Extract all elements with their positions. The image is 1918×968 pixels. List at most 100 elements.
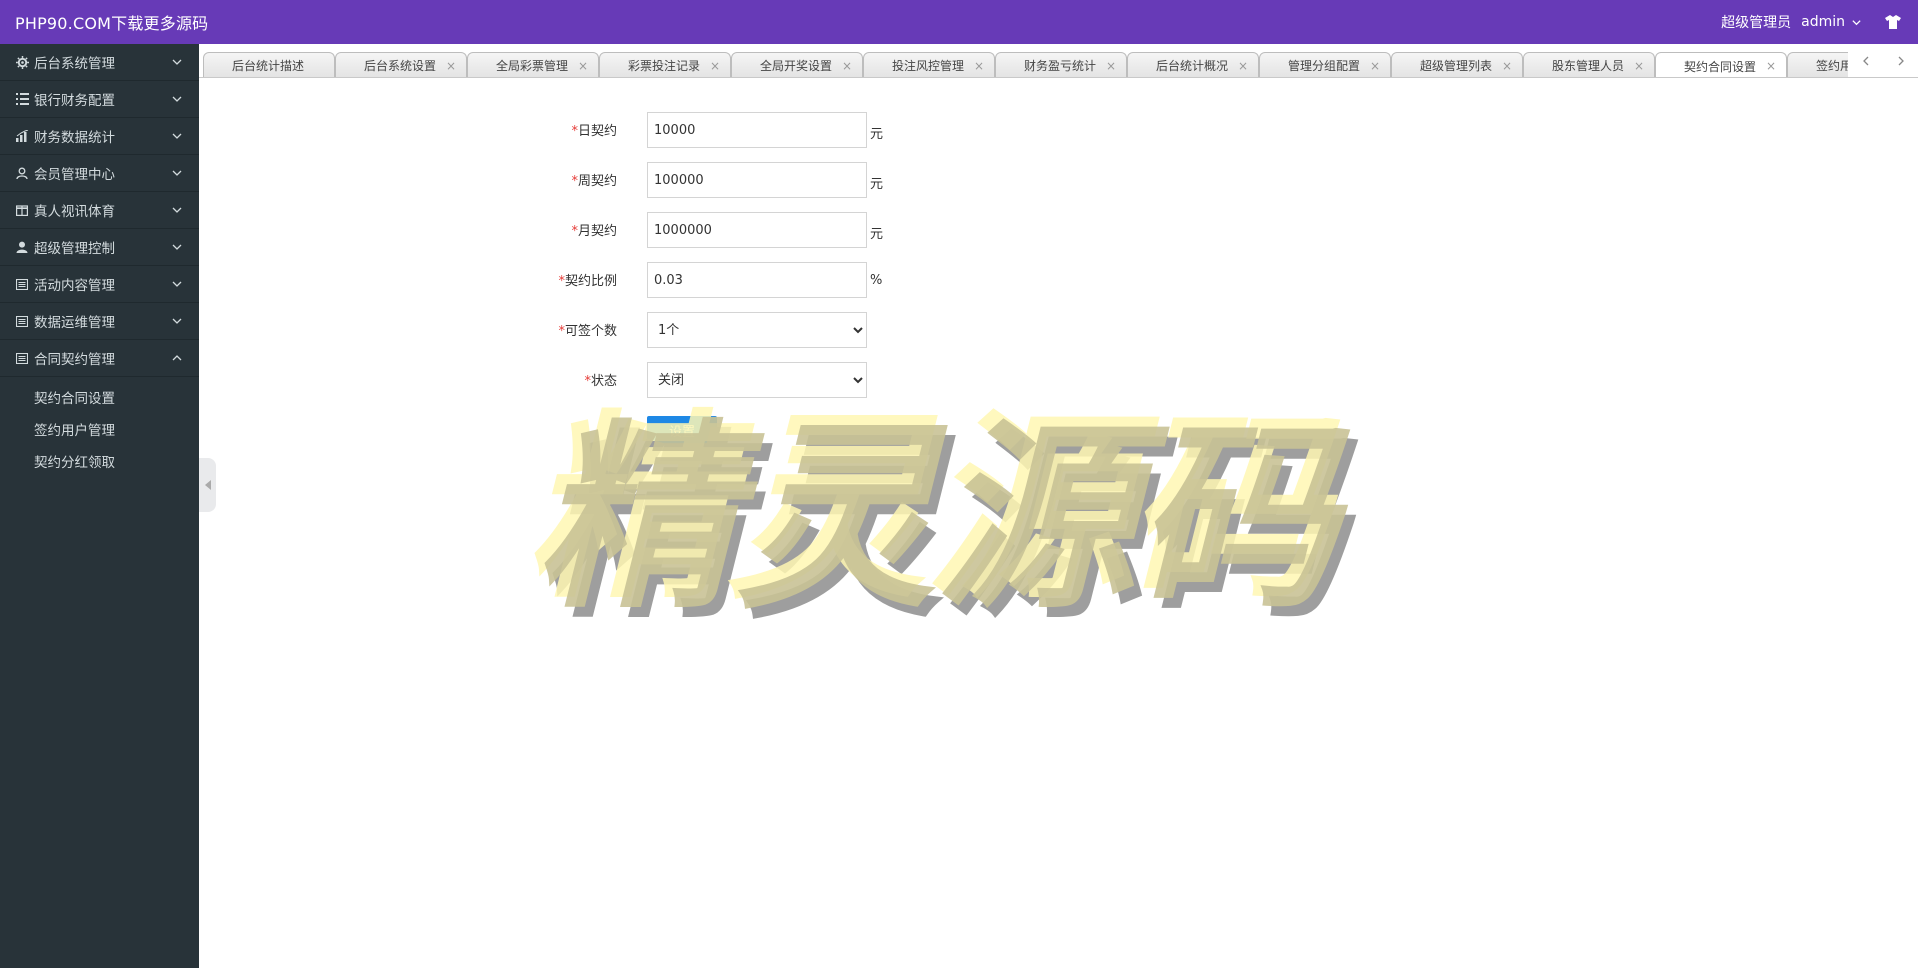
chevron-down-icon — [172, 207, 182, 213]
tab-nav — [1848, 44, 1918, 77]
tabs-bar: 后台统计描述 后台系统设置 × 全局彩票管理 × 彩票投注记录 × 全局开奖设置 × 投… — [199, 44, 1918, 78]
app-logo[interactable]: PHP90.COM下载更多源码 — [0, 10, 208, 34]
chevron-down-icon — [172, 244, 182, 250]
chevron-left-icon — [1862, 56, 1868, 65]
tab-label: 后台统计概况 — [1156, 59, 1229, 73]
tshirt-icon[interactable] — [1882, 11, 1904, 33]
sidebar-item-contracts[interactable]: 合同契约管理 — [0, 340, 199, 377]
close-icon[interactable]: × — [1238, 59, 1248, 73]
close-icon[interactable]: × — [1502, 59, 1512, 73]
list-icon — [15, 92, 29, 106]
form-row-status: *状态 关闭 — [199, 362, 1099, 398]
tab-risk-control[interactable]: 投注风控管理 × — [863, 52, 995, 77]
weekly-contract-label: *周契约 — [417, 170, 617, 189]
tab-label: 彩票投注记录 — [628, 59, 701, 73]
monthly-contract-label: *月契约 — [417, 220, 617, 239]
submenu-item-contract-settings[interactable]: 契约合同设置 — [0, 381, 199, 413]
submenu-item-signed-users[interactable]: 签约用户管理 — [0, 413, 199, 445]
label-text: 契约比例 — [564, 274, 617, 289]
close-icon[interactable]: × — [974, 59, 984, 73]
tabs-prev-button[interactable] — [1856, 51, 1876, 71]
user-menu[interactable]: admin — [1801, 14, 1862, 30]
close-icon[interactable]: × — [1370, 59, 1380, 73]
sidebar: 后台系统管理 银行财务配置 财务数据统计 会员管理中心 真人视讯体育 超级管理控… — [0, 44, 199, 968]
submit-button[interactable]: 设置 — [647, 416, 717, 444]
sidebar-item-live-sports[interactable]: 真人视讯体育 — [0, 192, 199, 229]
user-icon — [15, 166, 29, 180]
gear-icon — [15, 55, 29, 69]
sidebar-item-label: 合同契约管理 — [34, 352, 115, 368]
label-text: 可签个数 — [564, 324, 617, 339]
document-icon — [15, 314, 29, 328]
status-label: *状态 — [417, 370, 617, 389]
sidebar-item-label: 财务数据统计 — [34, 130, 115, 146]
sidebar-item-label: 真人视讯体育 — [34, 204, 115, 220]
close-icon[interactable]: × — [1106, 59, 1116, 73]
weekly-contract-input[interactable] — [647, 162, 867, 198]
contracts-submenu: 契约合同设置 签约用户管理 契约分红领取 — [0, 377, 199, 477]
sidebar-item-super-admin[interactable]: 超级管理控制 — [0, 229, 199, 266]
close-icon[interactable]: × — [1634, 59, 1644, 73]
form-row-ratio: *契约比例 % — [199, 262, 1099, 298]
tab-group-config[interactable]: 管理分组配置 × — [1259, 52, 1391, 77]
tab-stats-overview[interactable]: 后台统计概况 × — [1127, 52, 1259, 77]
chevron-down-icon — [172, 133, 182, 139]
sidebar-item-members[interactable]: 会员管理中心 — [0, 155, 199, 192]
user-role: 超级管理员 — [1721, 15, 1792, 31]
count-select[interactable]: 1个 — [647, 312, 867, 348]
form-row-daily: *日契约 元 — [199, 112, 1099, 148]
close-icon[interactable]: × — [842, 59, 852, 73]
sidebar-item-bank[interactable]: 银行财务配置 — [0, 81, 199, 118]
tab-contract-settings[interactable]: 契约合同设置 × — [1655, 52, 1787, 77]
tab-draw-settings[interactable]: 全局开奖设置 × — [731, 52, 863, 77]
ratio-input[interactable] — [647, 262, 867, 298]
username: admin — [1801, 14, 1845, 30]
status-select[interactable]: 关闭 — [647, 362, 867, 398]
tab-label: 股东管理人员 — [1552, 59, 1625, 73]
close-icon[interactable]: × — [578, 59, 588, 73]
sidebar-item-label: 会员管理中心 — [34, 167, 115, 183]
sidebar-item-label: 超级管理控制 — [34, 241, 115, 257]
tab-admin-list[interactable]: 超级管理列表 × — [1391, 52, 1523, 77]
monthly-contract-input[interactable] — [647, 212, 867, 248]
gift-icon — [15, 203, 29, 217]
sidebar-item-label: 活动内容管理 — [34, 278, 115, 294]
user-solid-icon — [15, 240, 29, 254]
sidebar-item-system[interactable]: 后台系统管理 — [0, 44, 199, 81]
document-icon — [15, 277, 29, 291]
submenu-item-dividend-claim[interactable]: 契约分红领取 — [0, 445, 199, 477]
close-icon[interactable]: × — [446, 59, 456, 73]
tab-stats-desc[interactable]: 后台统计描述 — [203, 52, 335, 77]
sidebar-item-label: 后台系统管理 — [34, 56, 115, 72]
close-icon[interactable]: × — [710, 59, 720, 73]
label-text: 周契约 — [577, 174, 617, 189]
tab-label: 签约用 — [1816, 59, 1853, 73]
chevron-down-icon — [172, 59, 182, 65]
daily-contract-label: *日契约 — [417, 120, 617, 139]
tab-bet-records[interactable]: 彩票投注记录 × — [599, 52, 731, 77]
label-text: 日契约 — [577, 124, 617, 139]
main-content: *日契约 元 *周契约 元 *月契约 元 *契约比例 % *可签个数 1个 *状… — [199, 79, 1918, 968]
tabs-next-button[interactable] — [1891, 51, 1911, 71]
tab-shareholders[interactable]: 股东管理人员 × — [1523, 52, 1655, 77]
form-row-count: *可签个数 1个 — [199, 312, 1099, 348]
tab-system-settings[interactable]: 后台系统设置 × — [335, 52, 467, 77]
label-text: 月契约 — [577, 224, 617, 239]
chevron-down-icon — [172, 170, 182, 176]
chevron-down-icon — [172, 318, 182, 324]
label-text: 状态 — [590, 374, 617, 389]
close-icon[interactable]: × — [1766, 59, 1776, 73]
chevron-down-icon — [172, 96, 182, 102]
tab-label: 管理分组配置 — [1288, 59, 1361, 73]
tab-profit-stats[interactable]: 财务盈亏统计 × — [995, 52, 1127, 77]
tab-lottery-mgmt[interactable]: 全局彩票管理 × — [467, 52, 599, 77]
tab-label: 全局开奖设置 — [760, 59, 833, 73]
sidebar-item-activity[interactable]: 活动内容管理 — [0, 266, 199, 303]
form-row-weekly: *周契约 元 — [199, 162, 1099, 198]
unit-label: 元 — [870, 227, 884, 242]
sidebar-item-data-ops[interactable]: 数据运维管理 — [0, 303, 199, 340]
tab-label: 投注风控管理 — [892, 59, 965, 73]
daily-contract-input[interactable] — [647, 112, 867, 148]
sidebar-item-finance-stats[interactable]: 财务数据统计 — [0, 118, 199, 155]
unit-label: 元 — [870, 177, 884, 192]
